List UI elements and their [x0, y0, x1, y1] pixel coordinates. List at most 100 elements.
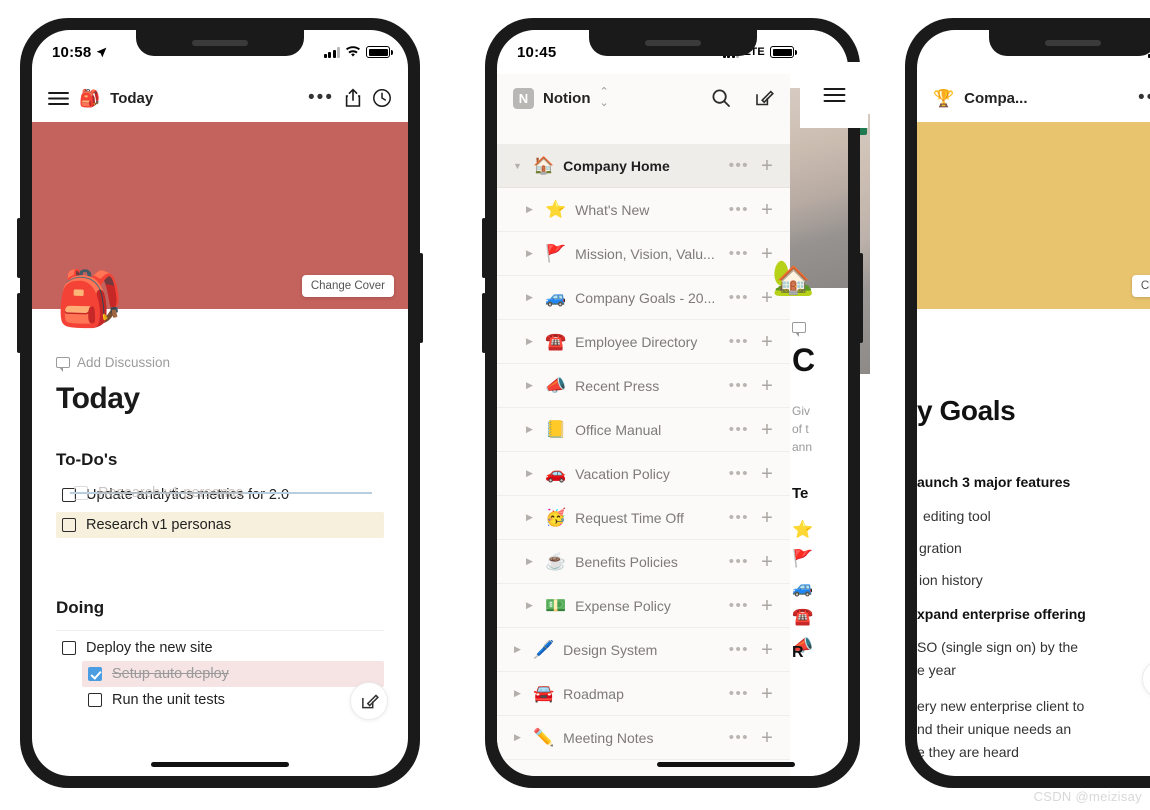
- more-options-icon[interactable]: •••: [1138, 89, 1150, 107]
- more-options-icon[interactable]: •••: [308, 89, 334, 107]
- chevron-right-icon[interactable]: ▶: [523, 336, 536, 347]
- chevron-right-icon[interactable]: ▶: [523, 468, 536, 479]
- change-cover-button[interactable]: Change Cover: [1131, 275, 1150, 297]
- sidebar-item-label: Roadmap: [563, 685, 624, 702]
- history-clock-icon[interactable]: [372, 88, 392, 108]
- add-page-icon[interactable]: +: [758, 508, 776, 528]
- todo-item[interactable]: Run the unit tests: [82, 687, 384, 713]
- hamburger-menu-icon[interactable]: [823, 87, 846, 103]
- add-page-icon[interactable]: +: [758, 420, 776, 440]
- chevron-right-icon[interactable]: ▶: [511, 644, 524, 655]
- chevron-right-icon[interactable]: ▶: [523, 292, 536, 303]
- add-page-icon[interactable]: +: [758, 552, 776, 572]
- sidebar-item-design-system[interactable]: ▶ 🖊️ Design System ••• +: [497, 628, 790, 672]
- sidebar-item-company-goals[interactable]: ▶ 🚙 Company Goals - 20... ••• +: [497, 276, 790, 320]
- sidebar-item-company-home[interactable]: ▼ 🏠 Company Home ••• +: [497, 144, 790, 188]
- share-icon[interactable]: [344, 88, 362, 108]
- power-button[interactable]: [419, 253, 423, 343]
- volume-down-button[interactable]: [482, 293, 486, 353]
- add-page-icon[interactable]: +: [758, 596, 776, 616]
- volume-up-button[interactable]: [482, 218, 486, 278]
- hamburger-menu-icon[interactable]: [48, 91, 69, 106]
- compose-edit-icon[interactable]: [754, 88, 774, 108]
- add-page-icon[interactable]: +: [758, 376, 776, 396]
- checkbox-checked[interactable]: [88, 667, 102, 681]
- more-options-icon[interactable]: •••: [729, 422, 749, 437]
- more-options-icon[interactable]: •••: [729, 510, 749, 525]
- chevron-right-icon[interactable]: ▶: [511, 688, 524, 699]
- add-page-icon[interactable]: +: [758, 728, 776, 748]
- power-button[interactable]: [859, 253, 863, 343]
- more-options-icon[interactable]: •••: [729, 378, 749, 393]
- sidebar-item-vacation-policy[interactable]: ▶ 🚗 Vacation Policy ••• +: [497, 452, 790, 496]
- chevron-right-icon[interactable]: ▶: [523, 424, 536, 435]
- more-options-icon[interactable]: •••: [729, 554, 749, 569]
- add-page-icon[interactable]: +: [758, 200, 776, 220]
- add-page-icon[interactable]: +: [758, 684, 776, 704]
- add-page-icon[interactable]: +: [758, 332, 776, 352]
- chevron-right-icon[interactable]: ▶: [523, 204, 536, 215]
- sidebar-item-label: Mission, Vision, Valu...: [575, 245, 715, 262]
- sidebar-item-label: Office Manual: [575, 421, 662, 438]
- todo-item[interactable]: Deploy the new site: [56, 635, 384, 661]
- add-page-icon[interactable]: +: [758, 464, 776, 484]
- home-indicator[interactable]: [657, 762, 795, 767]
- volume-down-button[interactable]: [17, 293, 21, 353]
- screenshot-stage: 10:58 🎒 Today ••• Change Cover 🎒 Add Dis…: [0, 0, 1150, 810]
- workspace-switcher[interactable]: N Notion ⌃ ⌄: [497, 74, 790, 122]
- add-page-icon[interactable]: +: [758, 640, 776, 660]
- chevron-right-icon[interactable]: ▶: [523, 248, 536, 259]
- page-title[interactable]: Today: [56, 382, 384, 416]
- chevron-right-icon[interactable]: ▶: [523, 380, 536, 391]
- add-discussion-button[interactable]: Add Discussion: [56, 355, 384, 372]
- page-title[interactable]: y Goals: [917, 395, 1150, 427]
- todo-item[interactable]: Research v1 personas: [56, 512, 384, 538]
- section-divider: [56, 630, 384, 631]
- todo-item[interactable]: Setup auto deploy: [82, 661, 384, 687]
- more-options-icon[interactable]: •••: [729, 246, 749, 261]
- chevron-right-icon[interactable]: ▶: [523, 600, 536, 611]
- page-emoji[interactable]: 🎒: [56, 272, 123, 326]
- more-options-icon[interactable]: •••: [729, 466, 749, 481]
- checkbox[interactable]: [88, 693, 102, 707]
- checkbox[interactable]: [62, 641, 76, 655]
- more-options-icon[interactable]: •••: [729, 334, 749, 349]
- sidebar-item-request-time-off[interactable]: ▶ 🥳 Request Time Off ••• +: [497, 496, 790, 540]
- preview-body-line: ann: [792, 440, 813, 454]
- volume-up-button[interactable]: [17, 218, 21, 278]
- more-options-icon[interactable]: •••: [729, 642, 749, 657]
- chevron-right-icon[interactable]: ▶: [523, 556, 536, 567]
- cover-image[interactable]: Change Cover: [917, 122, 1150, 309]
- add-page-icon[interactable]: +: [758, 156, 776, 176]
- sidebar-item-office-manual[interactable]: ▶ 📒 Office Manual ••• +: [497, 408, 790, 452]
- sidebar-item-whats-new[interactable]: ▶ ⭐ What's New ••• +: [497, 188, 790, 232]
- sidebar-item-mission-vision-values[interactable]: ▶ 🚩 Mission, Vision, Valu... ••• +: [497, 232, 790, 276]
- more-options-icon[interactable]: •••: [729, 158, 749, 173]
- page-emoji: ⭐: [545, 200, 567, 219]
- checkbox[interactable]: [62, 518, 76, 532]
- more-options-icon[interactable]: •••: [729, 730, 749, 745]
- chevron-right-icon[interactable]: ▶: [523, 512, 536, 523]
- search-icon[interactable]: [711, 88, 731, 108]
- sidebar-item-benefits-policies[interactable]: ▶ ☕ Benefits Policies ••• +: [497, 540, 790, 584]
- home-indicator[interactable]: [151, 762, 289, 767]
- chevron-right-icon[interactable]: ▶: [511, 732, 524, 743]
- more-options-icon[interactable]: •••: [729, 686, 749, 701]
- page-preview-strip[interactable]: 🏡 C Giv of t ann Te ⭐ 🚩 🚙 ☎️ 📣 R: [772, 30, 848, 776]
- more-options-icon[interactable]: •••: [729, 598, 749, 613]
- chevron-down-icon[interactable]: ▼: [511, 161, 524, 171]
- sidebar-item-meeting-notes[interactable]: ▶ ✏️ Meeting Notes ••• +: [497, 716, 790, 760]
- compose-edit-icon[interactable]: [350, 682, 388, 720]
- sidebar-item-expense-policy[interactable]: ▶ 💵 Expense Policy ••• +: [497, 584, 790, 628]
- notch: [989, 30, 1150, 56]
- todo-group-todos: Research v1 personas Update analytics me…: [56, 482, 384, 538]
- sidebar-item-employee-directory[interactable]: ▶ ☎️ Employee Directory ••• +: [497, 320, 790, 364]
- goal-line: e they are heard: [917, 743, 1019, 760]
- more-options-icon[interactable]: •••: [729, 202, 749, 217]
- page-emoji: 📒: [545, 420, 567, 439]
- sidebar-item-roadmap[interactable]: ▶ 🚘 Roadmap ••• +: [497, 672, 790, 716]
- up-down-chevron-icon[interactable]: ⌃ ⌄: [599, 87, 608, 109]
- sidebar-item-recent-press[interactable]: ▶ 📣 Recent Press ••• +: [497, 364, 790, 408]
- change-cover-button[interactable]: Change Cover: [301, 275, 394, 297]
- more-options-icon[interactable]: •••: [729, 290, 749, 305]
